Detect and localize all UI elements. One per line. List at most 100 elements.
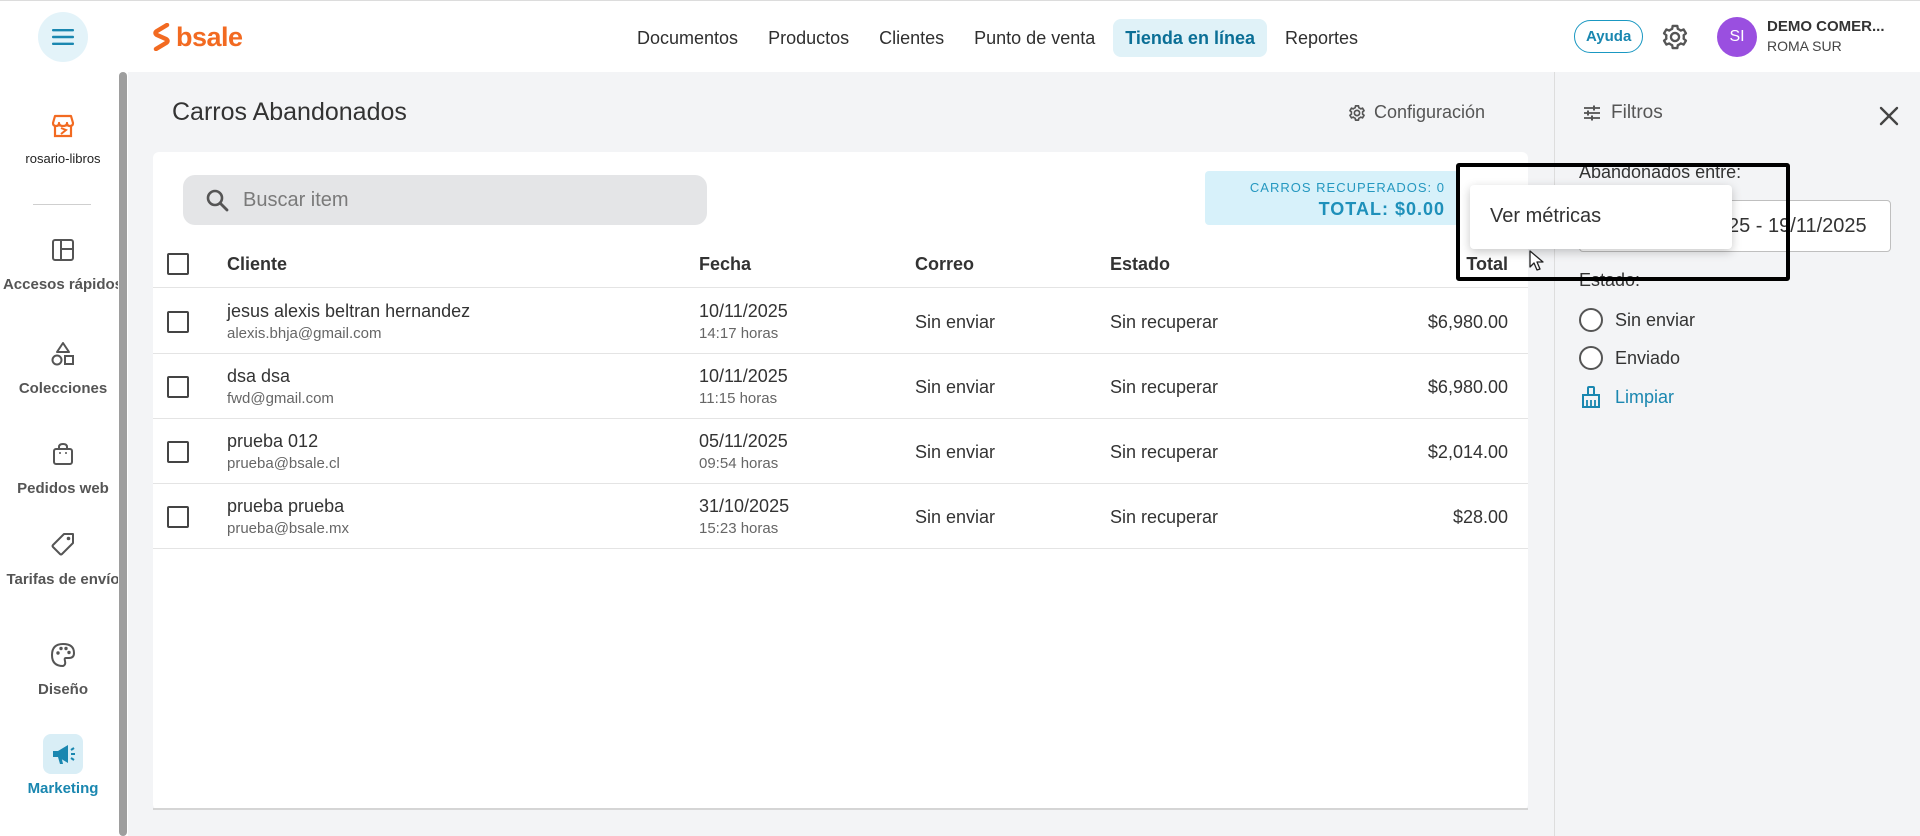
estado-label: Estado:: [1579, 270, 1641, 290]
sidebar-scrollbar[interactable]: [119, 72, 127, 836]
megaphone-icon: [53, 745, 75, 764]
shopping-bag-icon: [53, 442, 73, 465]
email-status: Sin enviar: [915, 312, 996, 332]
row-checkbox[interactable]: [167, 441, 189, 463]
customer-email: fwd@gmail.com: [227, 390, 334, 407]
bsale-logo[interactable]: bsale: [152, 19, 243, 55]
bsale-logo-icon: [153, 23, 170, 51]
nav-tienda-en-linea[interactable]: Tienda en línea: [1113, 19, 1267, 57]
clear-filters-button[interactable]: Limpiar: [1579, 385, 1674, 409]
select-all-checkbox[interactable]: [167, 253, 189, 275]
nav-documentos[interactable]: Documentos: [625, 19, 750, 57]
sidebar-item-label: Colecciones: [18, 380, 108, 397]
recovered-total: TOTAL: $0.00: [1318, 199, 1445, 219]
main-content: Carros Abandonados Configuración CARROS …: [128, 72, 1554, 836]
sidebar-item-pedidos-web[interactable]: Pedidos web: [0, 434, 126, 497]
table-row[interactable]: prueba prueba prueba@bsale.mx 31/10/2025…: [153, 484, 1528, 549]
user-avatar[interactable]: SI: [1717, 17, 1757, 57]
abandoned-carts-card: CARROS RECUPERADOS: 0 TOTAL: $0.00 Clien…: [153, 152, 1528, 810]
sidebar-item-label: Pedidos web: [17, 480, 109, 497]
customer-email: prueba@bsale.mx: [227, 520, 349, 537]
abandoned-between-label: Abandonados entre:: [1579, 162, 1742, 182]
table-row[interactable]: prueba 012 prueba@bsale.cl 05/11/2025 09…: [153, 419, 1528, 484]
cart-status: Sin recuperar: [1110, 442, 1219, 462]
settings-gear-icon[interactable]: [1661, 23, 1689, 51]
row-checkbox[interactable]: [167, 376, 189, 398]
radio-circle[interactable]: [1579, 346, 1603, 370]
customer-email: alexis.bhja@gmail.com: [227, 325, 382, 342]
cart-total: $2,014.00: [1427, 442, 1508, 462]
row-checkbox[interactable]: [167, 311, 189, 333]
cart-total: $28.00: [1452, 507, 1508, 527]
cart-date: 10/11/2025: [699, 301, 788, 321]
sidebar-item-label: Accesos rápidos: [2, 276, 124, 293]
logo-text: bsale: [176, 21, 243, 52]
email-status: Sin enviar: [915, 377, 996, 397]
menu-item-ver-metricas[interactable]: Ver métricas: [1490, 205, 1601, 228]
customer-name: jesus alexis beltran hernandez: [227, 301, 471, 321]
cart-time: 11:15 horas: [699, 390, 778, 407]
store-name: rosario-libros: [25, 151, 101, 166]
top-bar: bsale Documentos Productos Clientes Punt…: [0, 0, 1920, 72]
configuration-button[interactable]: Configuración: [1348, 102, 1485, 123]
palette-icon: [50, 642, 76, 668]
radio-enviado[interactable]: Enviado: [1579, 346, 1680, 370]
search-input[interactable]: [243, 175, 683, 225]
table-row[interactable]: dsa dsa fwd@gmail.com 10/11/2025 11:15 h…: [153, 354, 1528, 419]
email-status: Sin enviar: [915, 507, 996, 527]
cart-time: 09:54 horas: [699, 455, 779, 472]
cart-total: $6,980.00: [1427, 312, 1508, 332]
filters-header: Filtros: [1583, 102, 1663, 124]
search-icon: [206, 189, 229, 212]
column-header-total[interactable]: Total: [1466, 254, 1508, 275]
recovered-carts-badge[interactable]: CARROS RECUPERADOS: 0 TOTAL: $0.00: [1205, 171, 1459, 225]
sidebar-item-label: Diseño: [37, 681, 88, 698]
table-row[interactable]: jesus alexis beltran hernandez alexis.bh…: [153, 289, 1528, 354]
filters-title: Filtros: [1611, 102, 1663, 123]
help-button[interactable]: Ayuda: [1574, 20, 1644, 53]
sidebar-divider: [33, 204, 91, 205]
sliders-icon: [1584, 105, 1600, 121]
cart-date: 05/11/2025: [699, 431, 788, 451]
column-header-fecha[interactable]: Fecha: [699, 254, 751, 275]
cart-status: Sin recuperar: [1110, 507, 1219, 527]
sidebar-item-accesos-rapidos[interactable]: Accesos rápidos: [0, 230, 126, 293]
radio-circle[interactable]: [1579, 308, 1603, 332]
hamburger-menu-button[interactable]: [38, 12, 88, 62]
gear-icon: [1349, 104, 1365, 121]
left-sidebar: rosario-libros Accesos rápidos Coleccion…: [0, 72, 123, 836]
radio-label: Sin enviar: [1615, 309, 1696, 330]
customer-name: prueba 012: [227, 431, 319, 451]
column-header-cliente[interactable]: Cliente: [227, 254, 287, 275]
tag-icon: [51, 533, 74, 556]
configuration-label: Configuración: [1374, 102, 1486, 122]
layout-icon: [52, 239, 74, 261]
nav-reportes[interactable]: Reportes: [1273, 19, 1370, 57]
sidebar-item-tarifas-de-envio[interactable]: Tarifas de envío: [0, 525, 126, 588]
sidebar-item-diseno[interactable]: Diseño: [0, 635, 126, 698]
sidebar-item-colecciones[interactable]: Colecciones: [0, 334, 126, 397]
column-header-correo[interactable]: Correo: [915, 254, 974, 275]
nav-punto-de-venta[interactable]: Punto de venta: [962, 19, 1107, 57]
sidebar-item-label: Marketing: [27, 780, 99, 797]
cart-time: 15:23 horas: [699, 520, 779, 537]
radio-sin-enviar[interactable]: Sin enviar: [1579, 308, 1695, 332]
radio-label: Enviado: [1615, 347, 1681, 368]
nav-clientes[interactable]: Clientes: [867, 19, 956, 57]
company-branch: ROMA SUR: [1767, 38, 1842, 54]
cart-date: 10/11/2025: [699, 366, 788, 386]
clear-label: Limpiar: [1615, 386, 1675, 407]
store-icon: [51, 114, 75, 138]
card-bottom-border: [153, 808, 1528, 810]
customer-email: prueba@bsale.cl: [227, 455, 340, 472]
company-info[interactable]: DEMO COMER... ROMA SUR: [1767, 18, 1885, 54]
nav-productos[interactable]: Productos: [756, 19, 861, 57]
sidebar-item-marketing[interactable]: Marketing: [0, 734, 126, 797]
row-checkbox[interactable]: [167, 506, 189, 528]
column-header-estado[interactable]: Estado: [1110, 254, 1170, 275]
search-box[interactable]: [183, 175, 707, 225]
cart-total: $6,980.00: [1427, 377, 1508, 397]
store-selector[interactable]: rosario-libros: [0, 112, 126, 166]
close-icon[interactable]: [1877, 104, 1901, 128]
metrics-dropdown-menu: Ver métricas: [1470, 185, 1732, 249]
